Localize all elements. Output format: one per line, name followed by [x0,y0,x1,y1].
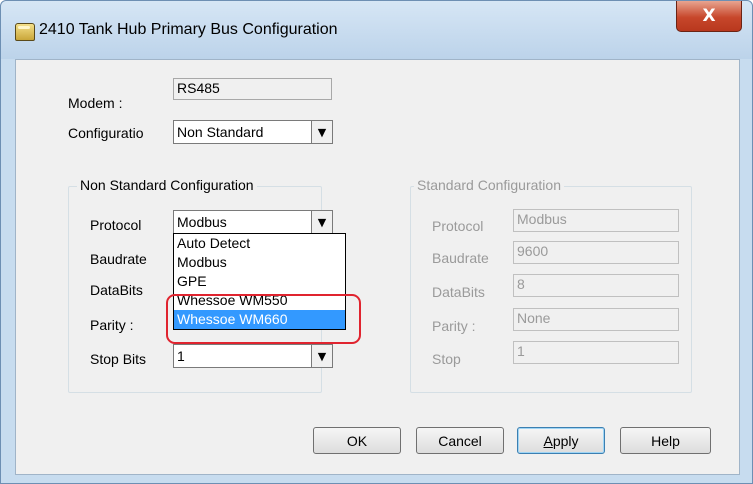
help-button[interactable]: Help [620,427,711,454]
std-stop-field: 1 [513,341,679,364]
apply-accelerator: A [543,432,553,449]
std-parity-field: None [513,308,679,331]
dialog-window: 2410 Tank Hub Primary Bus Configuration … [0,0,753,484]
chevron-down-icon[interactable]: ▼ [311,344,333,368]
configuration-select[interactable]: Non Standard ▼ [173,120,333,144]
std-stop-label: Stop [432,351,461,367]
title-bar[interactable]: 2410 Tank Hub Primary Bus Configuration … [1,1,752,59]
ns-stopbits-select[interactable]: 1 ▼ [173,344,333,368]
list-item[interactable]: Modbus [174,253,345,272]
dialog-client-area: Modem : RS485 Configuratio Non Standard … [15,59,740,475]
std-databits-field: 8 [513,274,679,297]
std-protocol-field: Modbus [513,209,679,232]
ns-protocol-label: Protocol [90,217,142,233]
chevron-down-icon[interactable]: ▼ [311,120,333,144]
ns-protocol-value: Modbus [177,214,227,230]
ns-stopbits-value: 1 [177,348,185,364]
modem-label: Modem : [68,95,123,111]
tank-app-icon [15,23,35,41]
chevron-down-icon[interactable]: ▼ [311,210,333,234]
ns-stopbits-label: Stop Bits [90,351,147,367]
ns-parity-label: Parity : [90,317,134,333]
close-button[interactable]: X [676,1,742,32]
standard-group-title: Standard Configuration [414,177,564,193]
non-standard-group-title: Non Standard Configuration [77,177,257,193]
ns-protocol-select[interactable]: Modbus ▼ [173,210,333,234]
list-item[interactable]: GPE [174,272,345,291]
ok-button[interactable]: OK [313,427,401,454]
configuration-label: Configuratio [68,125,144,141]
std-databits-label: DataBits [432,284,485,300]
close-icon: X [702,6,716,26]
ok-button-label: OK [346,432,368,449]
apply-button[interactable]: Apply [517,427,605,454]
red-highlight-annotation [166,294,361,344]
std-protocol-label: Protocol [432,218,484,234]
list-item[interactable]: Auto Detect [174,234,345,253]
std-parity-label: Parity : [432,318,476,334]
std-baudrate-field: 9600 [513,241,679,264]
ns-databits-label: DataBits [90,282,143,298]
ns-baudrate-label: Baudrate [90,251,147,267]
configuration-value: Non Standard [177,124,264,140]
window-title: 2410 Tank Hub Primary Bus Configuration [39,21,338,38]
cancel-button[interactable]: Cancel [416,427,504,454]
apply-button-label: pply [552,432,579,449]
help-button-label: Help [651,432,680,449]
std-baudrate-label: Baudrate [432,250,489,266]
cancel-button-label: Cancel [438,432,482,449]
modem-field: RS485 [173,78,332,100]
